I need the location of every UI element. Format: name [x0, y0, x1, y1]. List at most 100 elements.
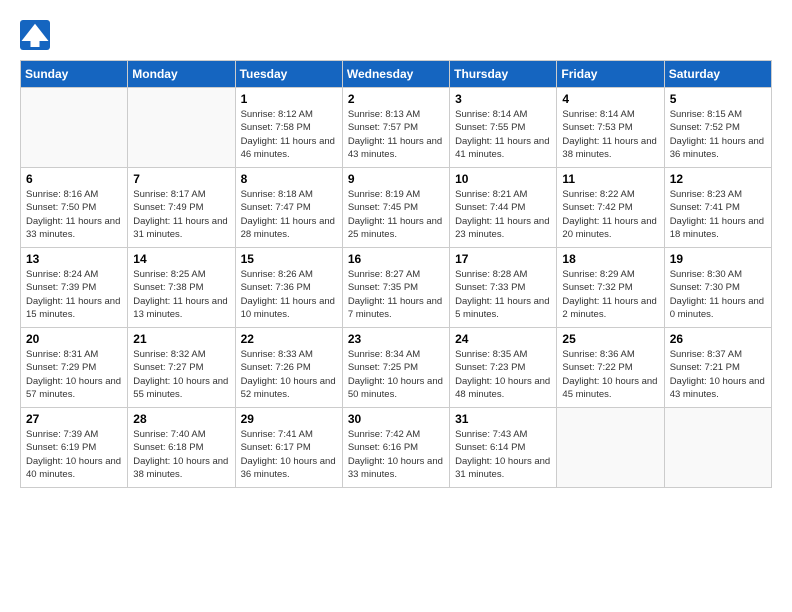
- calendar-cell: 14Sunrise: 8:25 AMSunset: 7:38 PMDayligh…: [128, 248, 235, 328]
- weekday-header-friday: Friday: [557, 61, 664, 88]
- day-number: 27: [26, 412, 122, 426]
- day-number: 15: [241, 252, 337, 266]
- calendar-week-3: 13 Sunrise: 8:24 AMSunset: 7:39 PMDayligh…: [21, 248, 772, 328]
- day-info: Sunrise: 8:13 AMSunset: 7:57 PMDaylight:…: [348, 108, 444, 161]
- calendar-cell: 15 Sunrise: 8:26 AMSunset: 7:36 PMDayligh…: [235, 248, 342, 328]
- day-info: Sunrise: 7:41 AMSunset: 6:17 PMDaylight:…: [241, 428, 337, 481]
- day-number: 13: [26, 252, 122, 266]
- day-number: 31: [455, 412, 551, 426]
- calendar-cell: [557, 408, 664, 488]
- calendar-cell: [128, 88, 235, 168]
- weekday-header-tuesday: Tuesday: [235, 61, 342, 88]
- day-number: 8: [241, 172, 337, 186]
- logo: [20, 20, 54, 50]
- day-number: 2: [348, 92, 444, 106]
- day-number: 14: [133, 252, 229, 266]
- calendar-cell: 27 Sunrise: 7:39 AMSunset: 6:19 PMDayligh…: [21, 408, 128, 488]
- day-number: 24: [455, 332, 551, 346]
- calendar-cell: 10 Sunrise: 8:21 AMSunset: 7:44 PMDayligh…: [450, 168, 557, 248]
- day-number: 6: [26, 172, 122, 186]
- day-number: 23: [348, 332, 444, 346]
- day-number: 16: [348, 252, 444, 266]
- day-info: Sunrise: 8:23 AMSunset: 7:41 PMDaylight:…: [670, 188, 766, 241]
- calendar-week-5: 27 Sunrise: 7:39 AMSunset: 6:19 PMDayligh…: [21, 408, 772, 488]
- day-number: 5: [670, 92, 766, 106]
- calendar-cell: 8 Sunrise: 8:18 AMSunset: 7:47 PMDaylight…: [235, 168, 342, 248]
- day-number: 4: [562, 92, 658, 106]
- day-number: 7: [133, 172, 229, 186]
- weekday-header-monday: Monday: [128, 61, 235, 88]
- day-info: Sunrise: 8:17 AMSunset: 7:49 PMDaylight:…: [133, 188, 229, 241]
- calendar-week-4: 20Sunrise: 8:31 AMSunset: 7:29 PMDayligh…: [21, 328, 772, 408]
- day-info: Sunrise: 8:27 AMSunset: 7:35 PMDaylight:…: [348, 268, 444, 321]
- day-info: Sunrise: 8:28 AMSunset: 7:33 PMDaylight:…: [455, 268, 551, 321]
- weekday-header-thursday: Thursday: [450, 61, 557, 88]
- day-info: Sunrise: 8:14 AMSunset: 7:53 PMDaylight:…: [562, 108, 658, 161]
- day-number: 29: [241, 412, 337, 426]
- day-number: 18: [562, 252, 658, 266]
- day-number: 30: [348, 412, 444, 426]
- logo-icon: [20, 20, 50, 50]
- calendar-cell: 24 Sunrise: 8:35 AMSunset: 7:23 PMDayligh…: [450, 328, 557, 408]
- weekday-header-sunday: Sunday: [21, 61, 128, 88]
- calendar-cell: 20Sunrise: 8:31 AMSunset: 7:29 PMDayligh…: [21, 328, 128, 408]
- calendar-cell: 12Sunrise: 8:23 AMSunset: 7:41 PMDayligh…: [664, 168, 771, 248]
- calendar-cell: 5 Sunrise: 8:15 AMSunset: 7:52 PMDaylight…: [664, 88, 771, 168]
- calendar-cell: [21, 88, 128, 168]
- day-number: 1: [241, 92, 337, 106]
- calendar-cell: 23 Sunrise: 8:34 AMSunset: 7:25 PMDayligh…: [342, 328, 449, 408]
- calendar-cell: 22 Sunrise: 8:33 AMSunset: 7:26 PMDayligh…: [235, 328, 342, 408]
- day-info: Sunrise: 8:37 AMSunset: 7:21 PMDaylight:…: [670, 348, 766, 401]
- calendar-cell: 19 Sunrise: 8:30 AMSunset: 7:30 PMDayligh…: [664, 248, 771, 328]
- calendar-cell: 13 Sunrise: 8:24 AMSunset: 7:39 PMDayligh…: [21, 248, 128, 328]
- calendar-cell: 4 Sunrise: 8:14 AMSunset: 7:53 PMDaylight…: [557, 88, 664, 168]
- calendar-cell: 9 Sunrise: 8:19 AMSunset: 7:45 PMDaylight…: [342, 168, 449, 248]
- calendar-cell: 21 Sunrise: 8:32 AMSunset: 7:27 PMDayligh…: [128, 328, 235, 408]
- calendar-cell: 30 Sunrise: 7:42 AMSunset: 6:16 PMDayligh…: [342, 408, 449, 488]
- day-info: Sunrise: 8:30 AMSunset: 7:30 PMDaylight:…: [670, 268, 766, 321]
- calendar-cell: 17Sunrise: 8:28 AMSunset: 7:33 PMDayligh…: [450, 248, 557, 328]
- day-number: 10: [455, 172, 551, 186]
- day-info: Sunrise: 7:43 AMSunset: 6:14 PMDaylight:…: [455, 428, 551, 481]
- day-info: Sunrise: 8:14 AMSunset: 7:55 PMDaylight:…: [455, 108, 551, 161]
- day-number: 28: [133, 412, 229, 426]
- calendar: SundayMondayTuesdayWednesdayThursdayFrid…: [20, 60, 772, 488]
- calendar-cell: 29 Sunrise: 7:41 AMSunset: 6:17 PMDayligh…: [235, 408, 342, 488]
- day-info: Sunrise: 8:19 AMSunset: 7:45 PMDaylight:…: [348, 188, 444, 241]
- day-info: Sunrise: 8:12 AMSunset: 7:58 PMDaylight:…: [241, 108, 337, 161]
- calendar-cell: 7 Sunrise: 8:17 AMSunset: 7:49 PMDaylight…: [128, 168, 235, 248]
- day-info: Sunrise: 8:26 AMSunset: 7:36 PMDaylight:…: [241, 268, 337, 321]
- day-number: 26: [670, 332, 766, 346]
- day-number: 25: [562, 332, 658, 346]
- day-info: Sunrise: 8:33 AMSunset: 7:26 PMDaylight:…: [241, 348, 337, 401]
- day-number: 3: [455, 92, 551, 106]
- day-info: Sunrise: 7:40 AMSunset: 6:18 PMDaylight:…: [133, 428, 229, 481]
- day-info: Sunrise: 8:32 AMSunset: 7:27 PMDaylight:…: [133, 348, 229, 401]
- day-number: 22: [241, 332, 337, 346]
- day-info: Sunrise: 8:31 AMSunset: 7:29 PMDaylight:…: [26, 348, 122, 401]
- page-header: [20, 20, 772, 50]
- day-info: Sunrise: 7:42 AMSunset: 6:16 PMDaylight:…: [348, 428, 444, 481]
- calendar-cell: 16 Sunrise: 8:27 AMSunset: 7:35 PMDayligh…: [342, 248, 449, 328]
- day-info: Sunrise: 8:16 AMSunset: 7:50 PMDaylight:…: [26, 188, 122, 241]
- day-info: Sunrise: 7:39 AMSunset: 6:19 PMDaylight:…: [26, 428, 122, 481]
- day-info: Sunrise: 8:18 AMSunset: 7:47 PMDaylight:…: [241, 188, 337, 241]
- day-number: 11: [562, 172, 658, 186]
- day-info: Sunrise: 8:15 AMSunset: 7:52 PMDaylight:…: [670, 108, 766, 161]
- calendar-cell: 25Sunrise: 8:36 AMSunset: 7:22 PMDayligh…: [557, 328, 664, 408]
- day-info: Sunrise: 8:24 AMSunset: 7:39 PMDaylight:…: [26, 268, 122, 321]
- day-info: Sunrise: 8:34 AMSunset: 7:25 PMDaylight:…: [348, 348, 444, 401]
- calendar-cell: 26 Sunrise: 8:37 AMSunset: 7:21 PMDayligh…: [664, 328, 771, 408]
- calendar-cell: 3 Sunrise: 8:14 AMSunset: 7:55 PMDaylight…: [450, 88, 557, 168]
- day-number: 21: [133, 332, 229, 346]
- day-info: Sunrise: 8:21 AMSunset: 7:44 PMDaylight:…: [455, 188, 551, 241]
- calendar-cell: 6 Sunrise: 8:16 AMSunset: 7:50 PMDaylight…: [21, 168, 128, 248]
- calendar-cell: 28 Sunrise: 7:40 AMSunset: 6:18 PMDayligh…: [128, 408, 235, 488]
- day-info: Sunrise: 8:29 AMSunset: 7:32 PMDaylight:…: [562, 268, 658, 321]
- day-number: 19: [670, 252, 766, 266]
- day-info: Sunrise: 8:22 AMSunset: 7:42 PMDaylight:…: [562, 188, 658, 241]
- calendar-cell: 18 Sunrise: 8:29 AMSunset: 7:32 PMDayligh…: [557, 248, 664, 328]
- day-number: 9: [348, 172, 444, 186]
- day-info: Sunrise: 8:35 AMSunset: 7:23 PMDaylight:…: [455, 348, 551, 401]
- calendar-cell: 11 Sunrise: 8:22 AMSunset: 7:42 PMDayligh…: [557, 168, 664, 248]
